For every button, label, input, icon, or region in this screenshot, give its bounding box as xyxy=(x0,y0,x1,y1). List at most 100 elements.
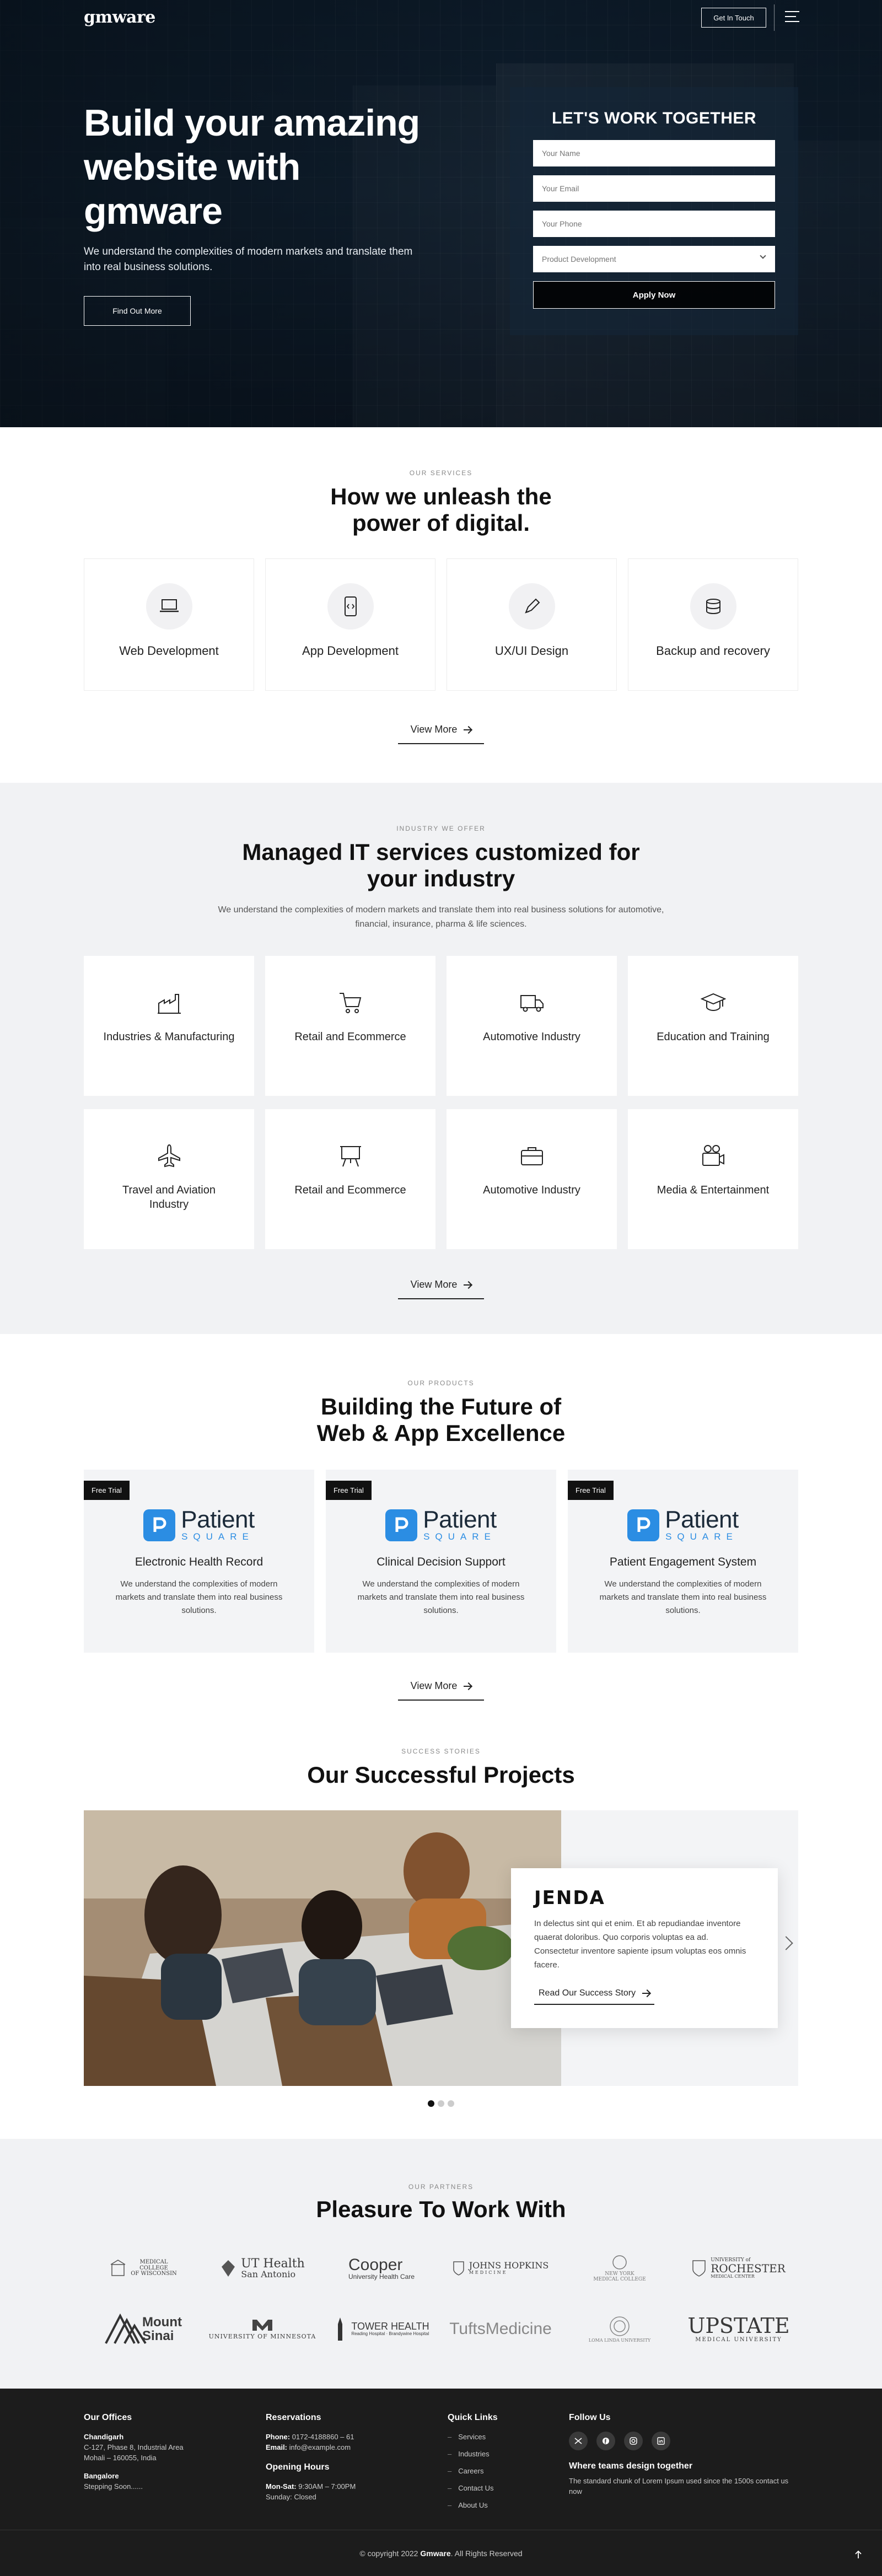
footer-link-about-us[interactable]: About Us xyxy=(448,2500,569,2510)
brand-sub: SQUARE xyxy=(423,1531,496,1542)
industry-card[interactable]: Travel and Aviation Industry xyxy=(84,1109,254,1249)
industry-card[interactable]: Automotive Industry xyxy=(447,1109,617,1249)
industry-label: Education and Training xyxy=(657,1031,770,1043)
office-address: Mohali – 160055, India xyxy=(84,2454,157,2462)
email-input[interactable] xyxy=(533,175,775,202)
patient-square-mark-icon xyxy=(637,1517,650,1532)
scroll-to-top-icon[interactable] xyxy=(850,2546,867,2563)
service-card-web-development[interactable]: Web Development xyxy=(84,558,254,691)
services-section: OUR SERVICES How we unleash the power of… xyxy=(0,427,882,783)
instagram-icon[interactable] xyxy=(624,2432,643,2450)
industry-card[interactable]: Industries & Manufacturing xyxy=(84,956,254,1096)
carousel-next-icon[interactable] xyxy=(779,1936,793,1950)
hours-value: 9:30AM – 7:00PM xyxy=(298,2482,356,2491)
industry-card[interactable]: Retail and Ecommerce xyxy=(265,1109,435,1249)
industry-card[interactable]: Retail and Ecommerce xyxy=(265,956,435,1096)
tagline-text: The standard chunk of Lorem Ipsum used s… xyxy=(569,2477,789,2496)
partner-logo-line: TuftsMedicine xyxy=(449,2320,552,2338)
apply-now-button[interactable]: Apply Now xyxy=(533,281,775,309)
product-description: We understand the complexities of modern… xyxy=(115,1579,283,1615)
find-out-more-button[interactable]: Find Out More xyxy=(84,296,191,326)
brand-sub: SQUARE xyxy=(181,1531,254,1542)
product-card[interactable]: Free Trial Patient SQUARE Clinical Decisi… xyxy=(326,1470,556,1653)
product-card[interactable]: Free Trial Patient SQUARE Electronic Heal… xyxy=(84,1470,314,1653)
partner-logo: LOMA LINDA UNIVERSITY xyxy=(560,2310,679,2348)
product-name: Patient Engagement System xyxy=(609,1556,757,1568)
product-select[interactable]: Product Development xyxy=(533,246,775,272)
truck-icon xyxy=(520,995,544,1012)
hamburger-menu-icon[interactable] xyxy=(785,11,799,23)
products-eyebrow: OUR PRODUCTS xyxy=(407,1379,475,1387)
pen-icon xyxy=(524,598,540,614)
story-link-label: Read Our Success Story xyxy=(539,1988,636,1998)
partner-logo: Cooper University Health Care xyxy=(322,2249,441,2288)
projects-title: Our Successful Projects xyxy=(307,1762,575,1788)
services-view-more-link[interactable]: View More xyxy=(398,718,484,744)
service-label: App Development xyxy=(302,644,399,658)
database-icon xyxy=(706,599,720,615)
footer-follow: Follow Us Where teams design together Th… xyxy=(569,2413,789,2517)
footer-link-industries[interactable]: Industries xyxy=(448,2449,569,2459)
partners-section: OUR PARTNERS Pleasure To Work With MEDIC… xyxy=(0,2139,882,2389)
service-card-ux-ui-design[interactable]: UX/UI Design xyxy=(447,558,617,691)
partner-logo-line: MEDICINE xyxy=(469,2270,508,2276)
copyright-brand: Gmware xyxy=(420,2548,451,2558)
email-value[interactable]: info@example.com xyxy=(289,2443,351,2451)
partner-logo-line: University Health Care xyxy=(348,2273,415,2281)
factory-icon xyxy=(157,994,181,1014)
products-view-more-link[interactable]: View More xyxy=(398,1675,484,1701)
footer-link-contact-us[interactable]: Contact Us xyxy=(448,2483,569,2493)
phone-input[interactable] xyxy=(533,211,775,237)
product-card[interactable]: Free Trial Patient SQUARE Patient Engagem… xyxy=(568,1470,798,1653)
facebook-icon[interactable] xyxy=(596,2432,615,2450)
service-card-app-development[interactable]: App Development xyxy=(265,558,435,691)
industry-card[interactable]: Media & Entertainment xyxy=(628,1109,798,1249)
hero-subtitle: We understand the complexities of modern… xyxy=(84,246,413,273)
office-city: Bangalore xyxy=(84,2472,119,2480)
get-in-touch-button[interactable]: Get In Touch xyxy=(701,8,766,28)
camera-icon xyxy=(702,1145,724,1166)
industry-label: Retail and Ecommerce xyxy=(294,1184,406,1196)
carousel-dot[interactable] xyxy=(448,2100,454,2107)
linkedin-icon[interactable] xyxy=(652,2432,670,2450)
industries-title: Managed IT services customized for your … xyxy=(242,839,640,891)
partner-logo: UPSTATE MEDICAL UNIVERSITY xyxy=(679,2310,798,2348)
footer-link-services[interactable]: Services xyxy=(448,2432,569,2442)
partner-logo: JOHNS HOPKINS MEDICINE xyxy=(441,2249,560,2288)
carousel-dot[interactable] xyxy=(438,2100,444,2107)
view-more-label: View More xyxy=(410,724,458,735)
quick-links-heading: Quick Links xyxy=(448,2413,498,2422)
brand-word: Patient xyxy=(423,1506,497,1533)
industry-label: Automotive Industry xyxy=(483,1184,580,1196)
twitter-icon[interactable] xyxy=(569,2432,588,2450)
projects-section: SUCCESS STORIES Our Successful Projects xyxy=(0,1725,882,2139)
footer-offices: Our Offices Chandigarh C-127, Phase 8, I… xyxy=(84,2413,266,2517)
site-logo[interactable]: gmware xyxy=(84,8,155,27)
partner-logo-line: JOHNS HOPKINS xyxy=(469,2260,549,2271)
partner-logo-line: MEDICAL UNIVERSITY xyxy=(695,2336,782,2343)
phone-value[interactable]: 0172-4188860 – 61 xyxy=(292,2433,354,2441)
industry-card[interactable]: Education and Training xyxy=(628,956,798,1096)
form-title: LET'S WORK TOGETHER xyxy=(551,109,757,127)
industries-view-more-link[interactable]: View More xyxy=(398,1273,484,1299)
arrow-right-icon xyxy=(642,1993,650,1994)
read-success-story-link[interactable]: Read Our Success Story xyxy=(534,1985,655,2005)
partner-logo: NEW YORK MEDICAL COLLEGE xyxy=(560,2249,679,2288)
patient-square-logo: Patient SQUARE xyxy=(143,1508,255,1542)
industry-card[interactable]: Automotive Industry xyxy=(447,956,617,1096)
patient-square-mark-icon xyxy=(153,1517,166,1532)
offices-heading: Our Offices xyxy=(84,2413,132,2422)
office-city: Chandigarh xyxy=(84,2433,124,2441)
copyright-prefix: © copyright 2022 xyxy=(359,2548,418,2558)
product-description: We understand the complexities of modern… xyxy=(357,1579,525,1615)
industries-description: We understand the complexities of modern… xyxy=(218,905,664,929)
service-card-backup-recovery[interactable]: Backup and recovery xyxy=(628,558,798,691)
name-input[interactable] xyxy=(533,140,775,166)
partner-logo: Mount Sinai xyxy=(84,2310,203,2348)
carousel-dot[interactable] xyxy=(428,2100,434,2107)
service-label: UX/UI Design xyxy=(494,644,569,658)
partner-logo-line: TOWER HEALTH xyxy=(351,2321,429,2332)
service-label: Web Development xyxy=(119,644,219,658)
partner-logo: UT Health San Antonio xyxy=(203,2249,322,2288)
footer-link-careers[interactable]: Careers xyxy=(448,2466,569,2476)
